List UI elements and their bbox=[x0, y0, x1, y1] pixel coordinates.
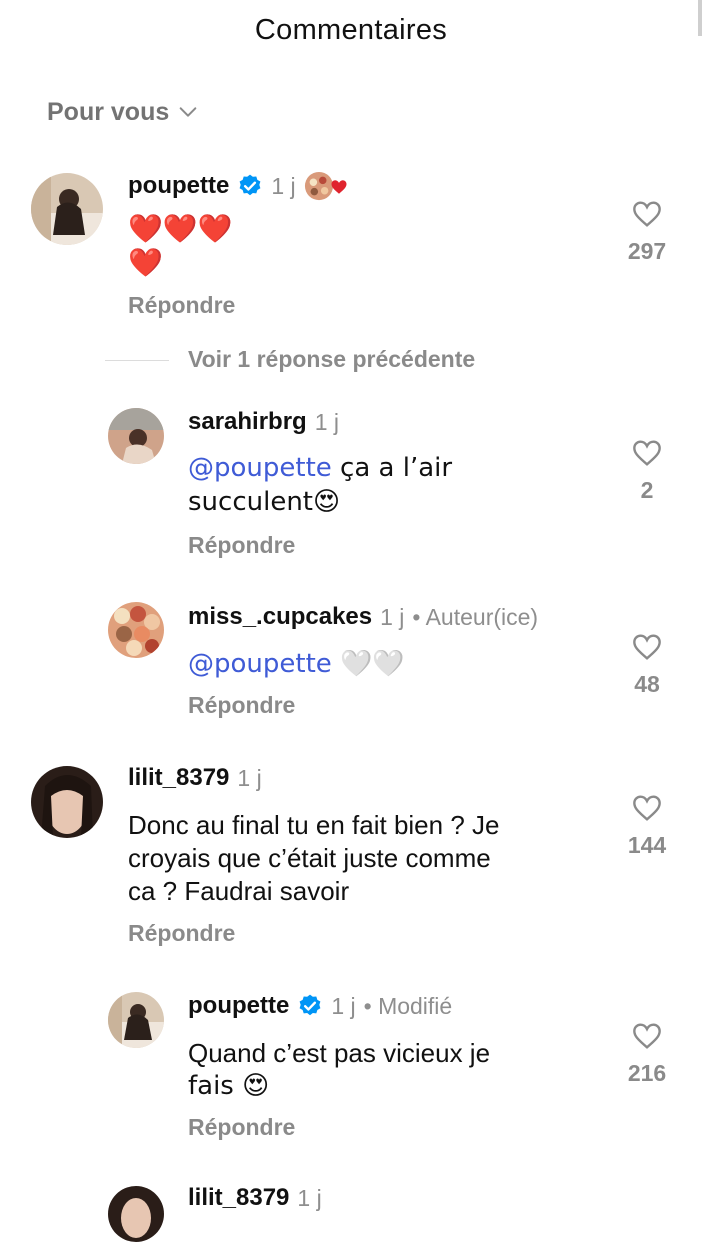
comment-text: @poupette 🤍🤍 bbox=[188, 647, 405, 681]
comment-text: ❤️❤️❤️ bbox=[128, 212, 233, 245]
sort-dropdown[interactable]: Pour vous bbox=[47, 96, 199, 128]
reply-button[interactable]: Répondre bbox=[128, 292, 235, 319]
like-control: 48 bbox=[617, 631, 677, 698]
heart-outline-icon[interactable] bbox=[630, 1020, 664, 1052]
scroll-indicator bbox=[698, 0, 702, 36]
like-count: 216 bbox=[627, 1060, 667, 1086]
liked-by-author-badge bbox=[304, 170, 348, 202]
like-count: 48 bbox=[634, 671, 660, 697]
timestamp: 1 j bbox=[297, 1184, 322, 1211]
edited-badge: • Modifié bbox=[363, 992, 453, 1019]
heart-outline-icon[interactable] bbox=[630, 198, 664, 230]
timestamp: 1 j bbox=[380, 603, 405, 630]
reply-button[interactable]: Répondre bbox=[128, 920, 235, 947]
like-control: 216 bbox=[617, 1020, 677, 1087]
comment-text: Quand c’est pas vicieux je bbox=[188, 1038, 491, 1068]
sort-label: Pour vous bbox=[47, 97, 170, 126]
comment-text-line2: fais 😍 bbox=[188, 1071, 270, 1101]
heart-outline-icon[interactable] bbox=[630, 631, 664, 663]
comment-meta: lilit_8379 1 j bbox=[188, 1184, 322, 1212]
mention-link[interactable]: @poupette bbox=[188, 649, 332, 679]
heart-outline-icon[interactable] bbox=[630, 792, 664, 824]
avatar[interactable] bbox=[108, 992, 164, 1048]
comment-text: @poupette ça a l’air bbox=[188, 451, 452, 485]
like-control: 144 bbox=[617, 792, 677, 859]
timestamp: 1 j bbox=[271, 172, 296, 199]
chevron-down-icon bbox=[179, 107, 197, 117]
author-badge: • Auteur(ice) bbox=[412, 603, 539, 630]
username[interactable]: poupette bbox=[188, 992, 289, 1020]
comment-body: 🤍🤍 bbox=[331, 649, 405, 679]
avatar[interactable] bbox=[31, 173, 103, 245]
comment-meta: poupette 1 j bbox=[128, 170, 348, 202]
like-count: 144 bbox=[627, 832, 667, 858]
verified-badge-icon bbox=[299, 994, 321, 1016]
view-previous-replies[interactable]: Voir 1 réponse précédente bbox=[188, 346, 475, 373]
heart-outline-icon[interactable] bbox=[630, 437, 664, 469]
verified-badge-icon bbox=[239, 174, 261, 196]
username[interactable]: lilit_8379 bbox=[128, 764, 229, 792]
avatar[interactable] bbox=[31, 766, 103, 838]
username[interactable]: lilit_8379 bbox=[188, 1184, 289, 1212]
comment-meta: lilit_8379 1 j bbox=[128, 764, 262, 792]
comment-text-line2: ❤️ bbox=[128, 246, 163, 279]
like-control: 297 bbox=[617, 198, 677, 265]
comment-text-line3: ca ? Faudrai savoir bbox=[128, 876, 350, 906]
comment-text: Donc au final tu en fait bien ? Je bbox=[128, 810, 500, 840]
comment-text-line2: croyais que c’était juste comme bbox=[128, 843, 491, 873]
reply-button[interactable]: Répondre bbox=[188, 1114, 295, 1141]
username[interactable]: poupette bbox=[128, 172, 229, 200]
like-control: 2 bbox=[617, 437, 677, 504]
timestamp: 1 j bbox=[314, 408, 340, 435]
like-count: 2 bbox=[640, 477, 654, 503]
page-title: Commentaires bbox=[254, 14, 448, 46]
comment-body: ça a l’air bbox=[331, 453, 453, 483]
reply-button[interactable]: Répondre bbox=[188, 692, 295, 719]
like-count: 297 bbox=[627, 238, 667, 264]
comment-meta: miss_.cupcakes 1 j • Auteur(ice) bbox=[188, 603, 538, 631]
replies-divider bbox=[105, 360, 169, 361]
reply-button[interactable]: Répondre bbox=[188, 532, 295, 559]
heart-filled-icon bbox=[331, 180, 347, 194]
avatar[interactable] bbox=[108, 602, 164, 658]
avatar[interactable] bbox=[108, 408, 164, 464]
timestamp: 1 j bbox=[331, 992, 356, 1019]
comment-text-line2: succulent😍 bbox=[188, 487, 341, 517]
comment-meta: sarahirbrg 1 j bbox=[188, 408, 339, 436]
comment-meta: poupette 1 j • Modifié bbox=[188, 992, 452, 1020]
username[interactable]: sarahirbrg bbox=[188, 408, 307, 436]
timestamp: 1 j bbox=[237, 764, 262, 791]
username[interactable]: miss_.cupcakes bbox=[188, 603, 372, 631]
mention-link[interactable]: @poupette bbox=[188, 453, 332, 483]
avatar[interactable] bbox=[108, 1186, 164, 1242]
header: Commentaires bbox=[0, 0, 702, 64]
